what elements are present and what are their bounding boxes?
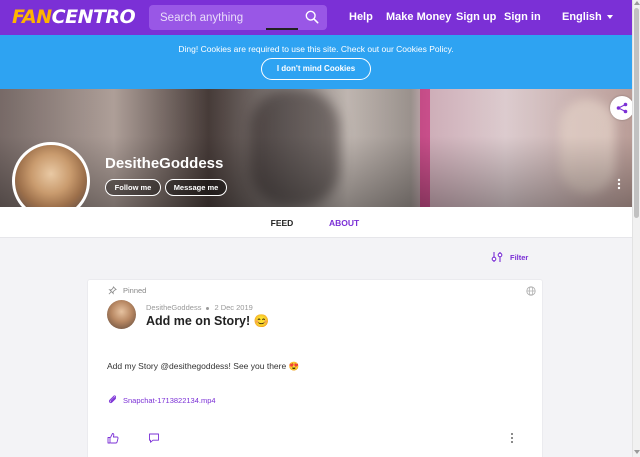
message-button[interactable]: Message me [165, 179, 227, 196]
nav-make-money-link[interactable]: Make Money [386, 11, 451, 24]
nav-sign-in-link[interactable]: Sign in [504, 11, 541, 24]
cookie-message: Ding! Cookies are required to use this s… [178, 44, 454, 54]
pinned-label: Pinned [123, 286, 147, 295]
page-scrollbar[interactable] [632, 0, 640, 457]
filter-button[interactable]: Filter [491, 251, 528, 263]
comment-icon[interactable] [148, 432, 160, 444]
post-date: 2 Dec 2019 [214, 303, 253, 312]
top-navigation-bar: FANCENTRO Help Make Money Sign up Sign i… [0, 0, 632, 35]
active-tab-indicator [266, 28, 298, 30]
profile-tabs: FEED ABOUT [0, 207, 632, 238]
accept-cookies-button[interactable]: I don't mind Cookies [261, 58, 371, 80]
nav-help-link[interactable]: Help [349, 11, 373, 24]
share-icon [616, 102, 628, 114]
pin-icon [108, 286, 117, 295]
fancentro-logo[interactable]: FANCENTRO [12, 6, 136, 28]
post-body: Add my Story @desithegoddess! See you th… [107, 361, 300, 371]
post-meta: DesitheGoddess 2 Dec 2019 [146, 303, 253, 312]
tab-about[interactable]: ABOUT [329, 218, 359, 228]
separator-dot [206, 306, 210, 310]
cookie-banner: Ding! Cookies are required to use this s… [0, 35, 632, 89]
search-icon[interactable] [305, 10, 319, 24]
share-button[interactable] [610, 96, 634, 120]
search-input[interactable] [160, 11, 300, 24]
scrollbar-thumb[interactable] [634, 8, 639, 218]
globe-icon [526, 286, 536, 296]
tab-feed[interactable]: FEED [266, 218, 298, 228]
pinned-indicator: Pinned [108, 286, 146, 295]
paperclip-icon [108, 395, 117, 404]
scroll-up-arrow-icon[interactable] [634, 1, 640, 5]
post-author[interactable]: DesitheGoddess [146, 303, 201, 312]
profile-name: DesitheGoddess [105, 155, 224, 172]
more-icon[interactable] [506, 432, 518, 444]
like-icon[interactable] [107, 432, 119, 444]
follow-button[interactable]: Follow me [105, 179, 161, 196]
sliders-icon [491, 252, 503, 262]
cover-more-options-icon[interactable] [617, 178, 621, 190]
chevron-down-icon [606, 15, 613, 20]
scroll-down-arrow-icon[interactable] [634, 450, 640, 454]
filter-label: Filter [510, 252, 529, 262]
post-attachment-link[interactable]: Snapchat-1713822134.mp4 [108, 395, 216, 405]
profile-cover-image [0, 89, 632, 207]
post-author-avatar[interactable] [107, 300, 136, 329]
language-selector[interactable]: English [562, 11, 613, 24]
post-title: Add me on Story! 😊 [146, 314, 270, 328]
attachment-filename: Snapchat-1713822134.mp4 [123, 395, 216, 405]
nav-sign-up-link[interactable]: Sign up [456, 11, 496, 24]
search-box [149, 5, 327, 30]
language-label: English [562, 11, 602, 23]
